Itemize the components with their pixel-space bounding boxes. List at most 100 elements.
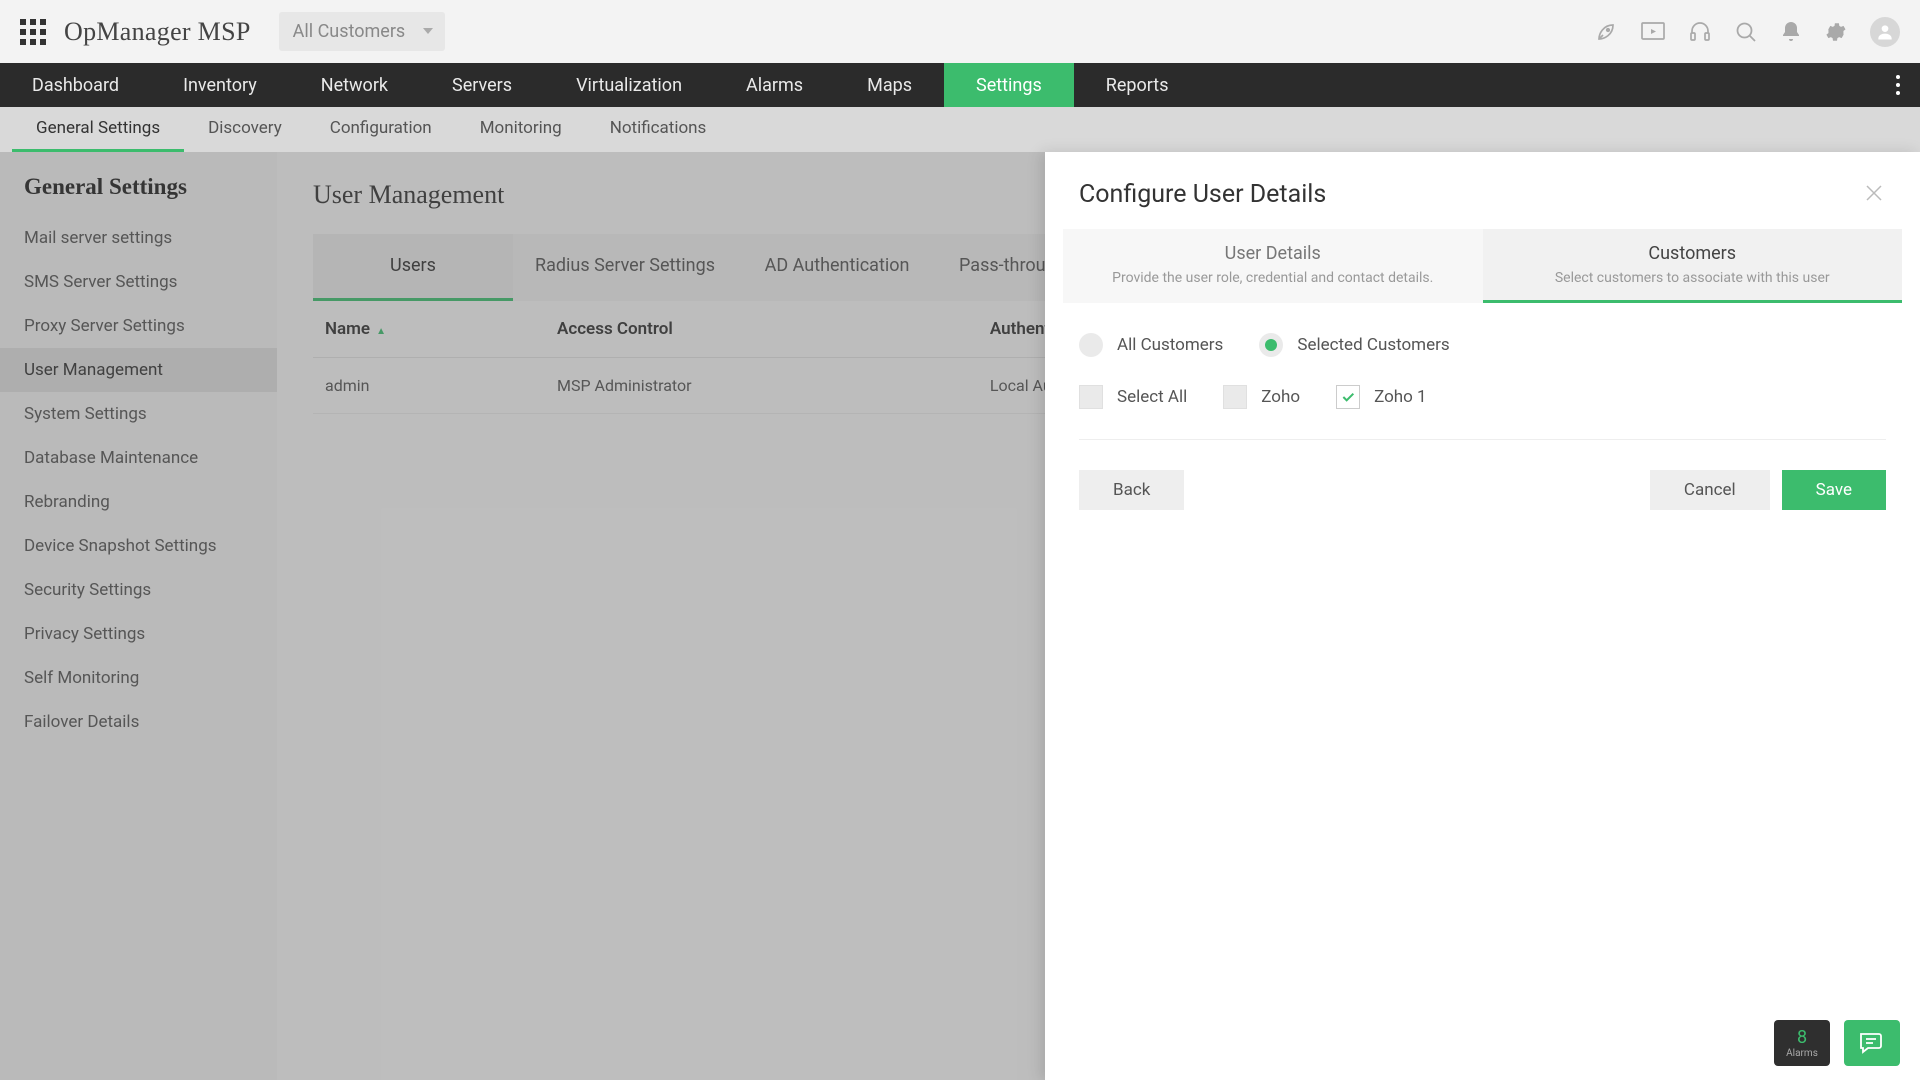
search-icon[interactable]	[1734, 20, 1758, 44]
sidebar-item-system[interactable]: System Settings	[0, 392, 277, 436]
panel-title: Configure User Details	[1079, 180, 1326, 209]
sidebar-item-failover[interactable]: Failover Details	[0, 700, 277, 744]
nav-label: Dashboard	[32, 75, 119, 96]
back-button[interactable]: Back	[1079, 470, 1184, 510]
customer-scope-radios: All Customers Selected Customers	[1079, 333, 1886, 357]
sidebar-item-label: Security Settings	[24, 580, 151, 600]
col-name[interactable]: Name ▲	[313, 301, 545, 358]
chat-icon[interactable]	[1844, 1020, 1900, 1066]
nav-reports[interactable]: Reports	[1074, 63, 1201, 107]
panel-body: All Customers Selected Customers Select …	[1045, 303, 1920, 540]
checkbox-zoho[interactable]	[1223, 385, 1247, 409]
nav-inventory[interactable]: Inventory	[151, 63, 289, 107]
sort-asc-icon: ▲	[376, 326, 386, 337]
panel-tab-user-details[interactable]: User Details Provide the user role, cred…	[1063, 229, 1483, 303]
sidebar-item-mail[interactable]: Mail server settings	[0, 216, 277, 260]
topbar: OpManager MSP All Customers	[0, 0, 1920, 63]
gear-icon[interactable]	[1824, 20, 1848, 44]
headset-icon[interactable]	[1688, 20, 1712, 44]
sidebar-item-database[interactable]: Database Maintenance	[0, 436, 277, 480]
alarm-label: Alarms	[1786, 1048, 1818, 1059]
ptab-sub: Provide the user role, credential and co…	[1075, 270, 1471, 286]
col-access[interactable]: Access Control	[545, 301, 978, 358]
sidebar-item-self-monitoring[interactable]: Self Monitoring	[0, 656, 277, 700]
apps-icon[interactable]	[20, 19, 46, 45]
btn-label: Back	[1113, 480, 1150, 500]
tab-label: AD Authentication	[765, 255, 910, 276]
nav-settings[interactable]: Settings	[944, 63, 1074, 107]
nav-label: Virtualization	[576, 75, 682, 96]
tab-label: Radius Server Settings	[535, 255, 715, 276]
btn-label: Save	[1816, 480, 1852, 500]
sidebar-item-security[interactable]: Security Settings	[0, 568, 277, 612]
subnav: General Settings Discovery Configuration…	[0, 107, 1920, 152]
subnav-general-settings[interactable]: General Settings	[12, 107, 184, 152]
panel-tab-customers[interactable]: Customers Select customers to associate …	[1483, 229, 1903, 303]
nav-label: Network	[321, 75, 388, 96]
subnav-discovery[interactable]: Discovery	[184, 107, 306, 152]
nav-alarms[interactable]: Alarms	[714, 63, 835, 107]
sidebar-item-privacy[interactable]: Privacy Settings	[0, 612, 277, 656]
nav-label: Settings	[976, 75, 1042, 96]
close-icon[interactable]	[1862, 181, 1886, 209]
nav-more-icon[interactable]	[1876, 63, 1920, 107]
checkbox-zoho-1[interactable]	[1336, 385, 1360, 409]
radio-selected-customers[interactable]	[1259, 333, 1283, 357]
col-label: Name	[325, 319, 370, 339]
save-button[interactable]: Save	[1782, 470, 1886, 510]
tab-ad-auth[interactable]: AD Authentication	[737, 234, 937, 301]
sidebar-item-proxy[interactable]: Proxy Server Settings	[0, 304, 277, 348]
sidebar-item-label: Proxy Server Settings	[24, 316, 185, 336]
sidebar: General Settings Mail server settings SM…	[0, 152, 277, 1080]
subnav-monitoring[interactable]: Monitoring	[456, 107, 586, 152]
sidebar-item-label: Mail server settings	[24, 228, 172, 248]
cell-name: admin	[313, 357, 545, 413]
avatar[interactable]	[1870, 17, 1900, 47]
nav-virtualization[interactable]: Virtualization	[544, 63, 714, 107]
bell-icon[interactable]	[1780, 20, 1802, 44]
alarm-badge[interactable]: 8 Alarms	[1774, 1020, 1830, 1066]
ptab-sub: Select customers to associate with this …	[1495, 270, 1891, 286]
tab-radius[interactable]: Radius Server Settings	[513, 234, 737, 301]
sidebar-item-label: Privacy Settings	[24, 624, 145, 644]
subnav-notifications[interactable]: Notifications	[586, 107, 731, 152]
nav-servers[interactable]: Servers	[420, 63, 544, 107]
radio-all-customers[interactable]	[1079, 333, 1103, 357]
btn-label: Cancel	[1684, 480, 1736, 500]
sidebar-item-label: User Management	[24, 360, 163, 380]
nav-network[interactable]: Network	[289, 63, 420, 107]
ptab-title: User Details	[1075, 243, 1471, 264]
subnav-label: Monitoring	[480, 118, 562, 138]
sidebar-item-label: Database Maintenance	[24, 448, 198, 468]
nav-maps[interactable]: Maps	[835, 63, 944, 107]
subnav-label: Notifications	[610, 118, 707, 138]
nav-dashboard[interactable]: Dashboard	[0, 63, 151, 107]
presentation-icon[interactable]	[1640, 20, 1666, 44]
col-label: Access Control	[557, 319, 673, 339]
rocket-icon[interactable]	[1594, 20, 1618, 44]
customer-checks: Select All Zoho Zoho 1	[1079, 385, 1886, 440]
sidebar-item-snapshot[interactable]: Device Snapshot Settings	[0, 524, 277, 568]
tab-users[interactable]: Users	[313, 234, 513, 301]
nav-label: Maps	[867, 75, 912, 96]
alarm-count: 8	[1797, 1027, 1807, 1048]
nav-label: Reports	[1106, 75, 1169, 96]
subnav-configuration[interactable]: Configuration	[306, 107, 456, 152]
sidebar-item-sms[interactable]: SMS Server Settings	[0, 260, 277, 304]
checkbox-select-all[interactable]	[1079, 385, 1103, 409]
customer-select-value: All Customers	[293, 21, 406, 42]
ptab-title: Customers	[1495, 243, 1891, 264]
sidebar-item-label: Device Snapshot Settings	[24, 536, 217, 556]
subnav-label: Discovery	[208, 118, 282, 138]
subnav-label: Configuration	[330, 118, 432, 138]
sidebar-item-label: System Settings	[24, 404, 147, 424]
cancel-button[interactable]: Cancel	[1650, 470, 1770, 510]
customer-select[interactable]: All Customers	[279, 12, 446, 51]
sidebar-title: General Settings	[0, 174, 277, 216]
sidebar-item-rebranding[interactable]: Rebranding	[0, 480, 277, 524]
sidebar-item-label: SMS Server Settings	[24, 272, 177, 292]
nav-label: Inventory	[183, 75, 257, 96]
nav-label: Alarms	[746, 75, 803, 96]
cell-access: MSP Administrator	[545, 357, 978, 413]
sidebar-item-user-management[interactable]: User Management	[0, 348, 277, 392]
